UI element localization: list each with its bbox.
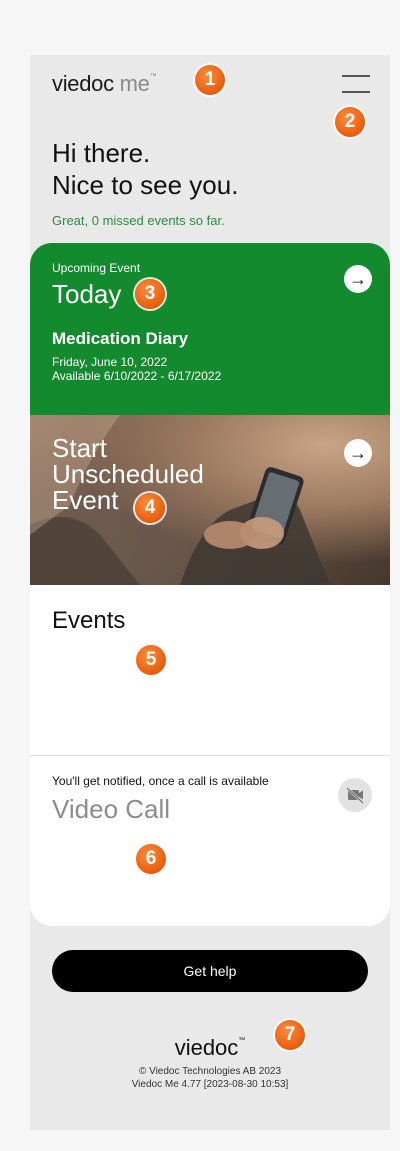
upcoming-event-title: Medication Diary	[52, 329, 189, 348]
app-version: Viedoc Me 4.77 [2023-08-30 10:53]	[131, 1079, 289, 1090]
upcoming-event-when: Today	[52, 279, 122, 309]
unscheduled-event-heading: Start Unscheduled Event	[52, 433, 204, 515]
footer-viedoc-logo: viedoc™	[174, 1035, 246, 1060]
video-call-title: Video Call	[52, 794, 171, 824]
hamburger-menu-icon[interactable]	[342, 73, 370, 95]
events-title: Events	[52, 607, 126, 634]
video-call-note: You'll get notified, once a call is avai…	[52, 774, 269, 788]
greeting-heading: Hi there. Nice to see you.	[52, 138, 239, 200]
app-screen: viedoc me™ 1 2 Hi there. Nice to see you…	[30, 55, 390, 1130]
annotation-marker-2: 2	[335, 107, 365, 137]
upcoming-event-availability: Available 6/10/2022 - 6/17/2022	[52, 369, 222, 383]
video-off-icon[interactable]	[338, 778, 372, 812]
upcoming-event-date: Friday, June 10, 2022	[52, 355, 168, 369]
video-call-section: You'll get notified, once a call is avai…	[30, 756, 390, 926]
upcoming-event-card[interactable]: Upcoming Event Today 3 Medication Diary …	[30, 243, 390, 415]
viedoc-me-logo: viedoc me™	[52, 71, 157, 96]
arrow-right-icon[interactable]: →	[344, 265, 372, 293]
footer-copyright: © Viedoc Technologies AB 2023 Viedoc Me …	[30, 1065, 390, 1091]
annotation-marker-4: 4	[135, 493, 165, 523]
annotation-marker-6: 6	[136, 844, 166, 874]
arrow-right-icon[interactable]: →	[344, 439, 372, 467]
annotation-marker-3: 3	[135, 279, 165, 309]
annotation-marker-7: 7	[275, 1020, 305, 1050]
get-help-button[interactable]: Get help	[52, 950, 368, 992]
events-section: Events 5	[30, 585, 390, 755]
annotation-marker-5: 5	[136, 645, 166, 675]
missed-events-status: Great, 0 missed events so far.	[52, 213, 225, 228]
unscheduled-event-card[interactable]: Start Unscheduled Event 4 →	[30, 415, 390, 585]
upcoming-event-label: Upcoming Event	[52, 261, 141, 275]
annotation-marker-1: 1	[195, 65, 225, 95]
